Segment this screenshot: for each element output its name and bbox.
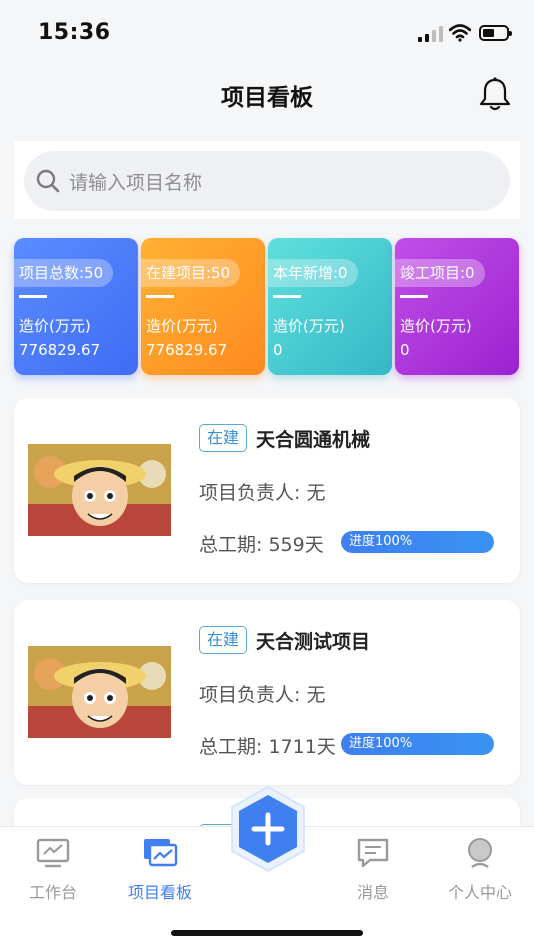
- stat-cost-value: 776829.67: [146, 341, 228, 359]
- stat-cost-value: 776829.67: [19, 341, 101, 359]
- project-duration: 总工期: 1711天: [199, 736, 336, 758]
- search-placeholder: 请输入项目名称: [69, 172, 203, 194]
- add-project-button[interactable]: [228, 785, 308, 873]
- divider: [273, 295, 301, 298]
- progress-bar: 进度100%: [341, 733, 494, 755]
- stats-row: 项目总数:50 造价(万元) 776829.67 在建项目:50 造价(万元) …: [14, 238, 520, 378]
- status-badge: 在建: [199, 626, 248, 654]
- stat-label: 竣工项目:0: [395, 259, 485, 287]
- divider: [400, 295, 428, 298]
- bell-icon[interactable]: [478, 76, 512, 112]
- tab-workbench[interactable]: 工作台: [3, 827, 103, 917]
- project-card[interactable]: 在建 天合测试项目 项目负责人: 无 总工期: 1711天 进度100%: [14, 600, 520, 785]
- tab-label: 工作台: [28, 883, 77, 902]
- stat-label: 项目总数:50: [14, 259, 114, 287]
- stat-card-in-progress[interactable]: 在建项目:50 造价(万元) 776829.67: [141, 238, 265, 375]
- progress-text: 进度100%: [349, 534, 413, 549]
- divider: [19, 295, 47, 298]
- stat-cost-value: 0: [400, 341, 410, 359]
- tab-label: 消息: [356, 883, 389, 902]
- monitor-icon: [36, 838, 70, 868]
- stat-card-new-this-year[interactable]: 本年新增:0 造价(万元) 0: [268, 238, 392, 375]
- project-thumbnail: [28, 646, 171, 738]
- tab-project-board[interactable]: 项目看板: [110, 827, 210, 917]
- project-owner: 项目负责人: 无: [199, 684, 326, 706]
- message-icon: [357, 838, 389, 868]
- tab-profile[interactable]: 个人中心: [430, 827, 530, 917]
- progress-text: 进度100%: [349, 736, 413, 751]
- stat-cost-label: 造价(万元): [273, 317, 345, 335]
- stat-label: 本年新增:0: [268, 259, 358, 287]
- stat-cost-label: 造价(万元): [19, 317, 91, 335]
- signal-icon: [418, 26, 444, 42]
- stat-cost-label: 造价(万元): [400, 317, 472, 335]
- header: 项目看板: [0, 64, 534, 130]
- project-name: 天合圆通机械: [256, 429, 371, 451]
- status-badge: 在建: [199, 424, 248, 452]
- tab-label: 个人中心: [447, 883, 512, 902]
- page-title: 项目看板: [221, 85, 313, 111]
- status-time: 15:36: [38, 20, 111, 45]
- stat-card-completed[interactable]: 竣工项目:0 造价(万元) 0: [395, 238, 519, 375]
- user-icon: [468, 838, 492, 868]
- search-input[interactable]: 请输入项目名称: [24, 151, 510, 211]
- status-bar: 15:36: [0, 0, 534, 64]
- project-name: 天合测试项目: [256, 631, 371, 653]
- stat-cost-value: 0: [273, 341, 283, 359]
- search-section: 请输入项目名称: [14, 141, 520, 219]
- battery-icon: [479, 25, 512, 41]
- page: 15:36 项目看板 请输入项目名称 项目总数:50 造价(万元) 776829…: [0, 0, 534, 950]
- board-icon: [144, 839, 178, 867]
- tab-messages[interactable]: 消息: [323, 827, 423, 917]
- project-duration: 总工期: 559天: [199, 534, 324, 556]
- stat-card-total[interactable]: 项目总数:50 造价(万元) 776829.67: [14, 238, 138, 375]
- divider: [146, 295, 174, 298]
- tab-label: 项目看板: [127, 883, 192, 902]
- project-owner: 项目负责人: 无: [199, 482, 326, 504]
- project-card[interactable]: 在建 天合圆通机械 项目负责人: 无 总工期: 559天 进度100%: [14, 398, 520, 583]
- stat-label: 在建项目:50: [141, 259, 241, 287]
- stat-cost-label: 造价(万元): [146, 317, 218, 335]
- progress-bar: 进度100%: [341, 531, 494, 553]
- wifi-icon: [449, 24, 471, 42]
- home-indicator: [171, 930, 363, 936]
- search-icon: [36, 169, 60, 193]
- project-thumbnail: [28, 444, 171, 536]
